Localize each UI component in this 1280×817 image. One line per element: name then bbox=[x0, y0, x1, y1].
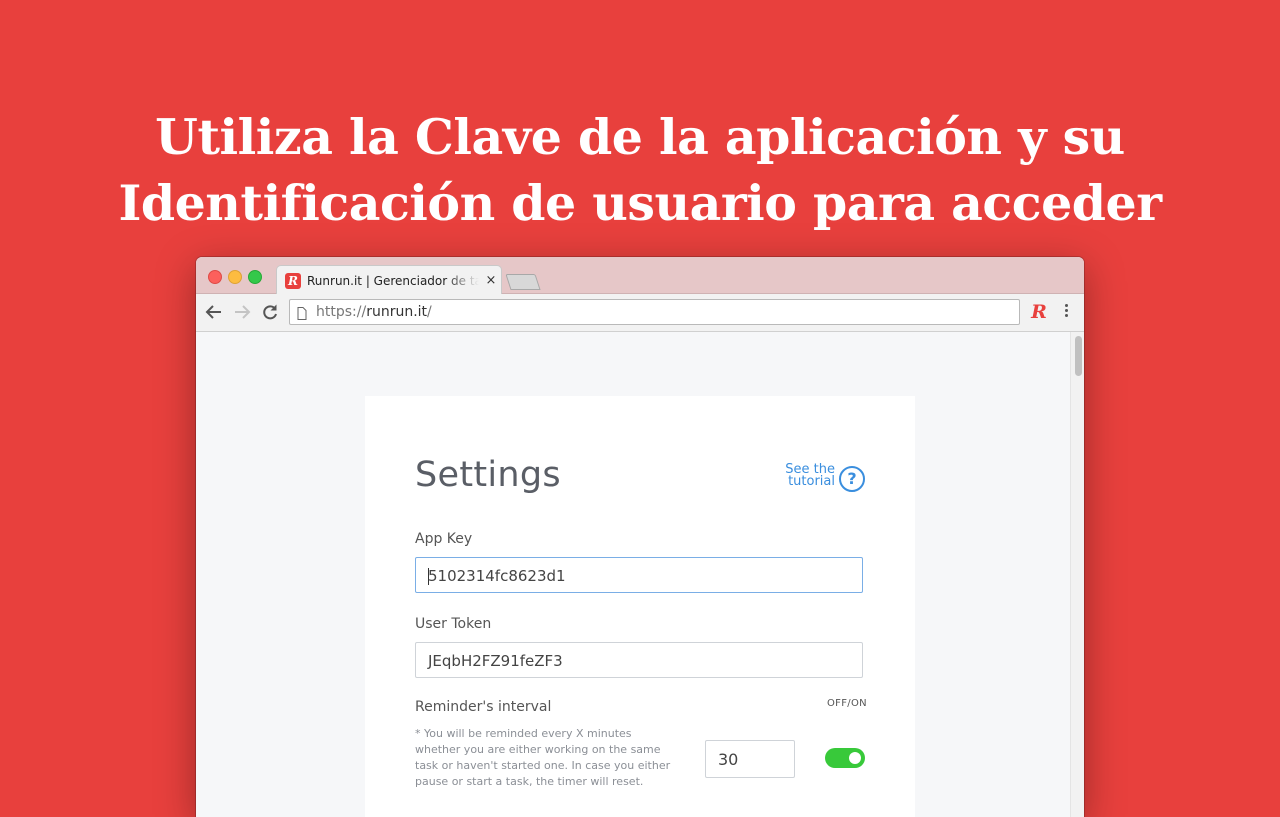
hero-headline-line-1: Utiliza la Clave de la aplicación y su bbox=[155, 108, 1125, 166]
address-scheme: https:// bbox=[316, 304, 367, 320]
address-url: https://runrun.it/ bbox=[316, 300, 432, 324]
reminder-interval-label: Reminder's interval bbox=[415, 699, 552, 715]
tutorial-link-line-2: tutorial bbox=[788, 474, 835, 489]
app-key-value: 5102314fc8623d1 bbox=[428, 567, 566, 585]
user-token-value: JEqbH2FZ91feZF3 bbox=[428, 652, 563, 670]
see-tutorial-link[interactable]: See the tutorial ? bbox=[783, 463, 865, 492]
reminder-help-text: * You will be reminded every X minutes w… bbox=[415, 727, 671, 788]
scrollbar-thumb[interactable] bbox=[1075, 336, 1082, 376]
reload-icon[interactable] bbox=[258, 300, 282, 324]
maximize-window-button[interactable] bbox=[248, 270, 262, 284]
tutorial-link-text: See the tutorial bbox=[785, 463, 835, 489]
page-viewport: Settings See the tutorial ? App Key 5102… bbox=[196, 332, 1070, 817]
back-arrow-icon[interactable] bbox=[202, 300, 226, 324]
close-tab-icon[interactable]: × bbox=[484, 272, 498, 290]
off-on-label: OFF/ON bbox=[827, 698, 867, 709]
page-icon bbox=[297, 305, 307, 320]
hero-headline-line-2: Identificación de usuario para acceder bbox=[118, 174, 1162, 232]
tab-title: Runrun.it | Gerenciador de tarefas bbox=[307, 274, 479, 288]
close-window-button[interactable] bbox=[208, 270, 222, 284]
app-key-input[interactable]: 5102314fc8623d1 bbox=[415, 557, 863, 593]
tab-strip: R Runrun.it | Gerenciador de tarefas × bbox=[196, 257, 1084, 295]
user-token-label: User Token bbox=[415, 616, 492, 632]
question-circle-icon[interactable]: ? bbox=[839, 466, 865, 492]
browser-tab-runrun[interactable]: R Runrun.it | Gerenciador de tarefas × bbox=[276, 265, 502, 295]
hero-headline: Utiliza la Clave de la aplicación y su I… bbox=[0, 104, 1280, 236]
toggle-knob bbox=[849, 752, 861, 764]
text-caret bbox=[428, 568, 429, 585]
minimize-window-button[interactable] bbox=[228, 270, 242, 284]
runrun-favicon-icon: R bbox=[285, 273, 301, 289]
settings-title: Settings bbox=[415, 455, 561, 495]
new-tab-button[interactable] bbox=[505, 274, 541, 290]
app-key-label: App Key bbox=[415, 531, 473, 547]
browser-menu-icon[interactable] bbox=[1058, 302, 1074, 322]
page-scrollbar[interactable] bbox=[1070, 332, 1084, 817]
address-path: / bbox=[427, 304, 432, 320]
user-token-input[interactable]: JEqbH2FZ91feZF3 bbox=[415, 642, 863, 678]
address-bar[interactable]: https://runrun.it/ bbox=[289, 299, 1020, 325]
address-host: runrun.it bbox=[366, 304, 428, 320]
reminder-interval-value: 30 bbox=[718, 750, 739, 769]
browser-toolbar: https://runrun.it/ R bbox=[196, 294, 1084, 332]
runrun-extension-icon[interactable]: R bbox=[1029, 300, 1049, 324]
reminder-toggle[interactable] bbox=[825, 748, 865, 768]
reminder-interval-input[interactable]: 30 bbox=[705, 740, 795, 778]
forward-arrow-icon[interactable] bbox=[230, 300, 254, 324]
settings-card: Settings See the tutorial ? App Key 5102… bbox=[365, 396, 915, 817]
browser-window: R Runrun.it | Gerenciador de tarefas × h… bbox=[196, 257, 1084, 817]
